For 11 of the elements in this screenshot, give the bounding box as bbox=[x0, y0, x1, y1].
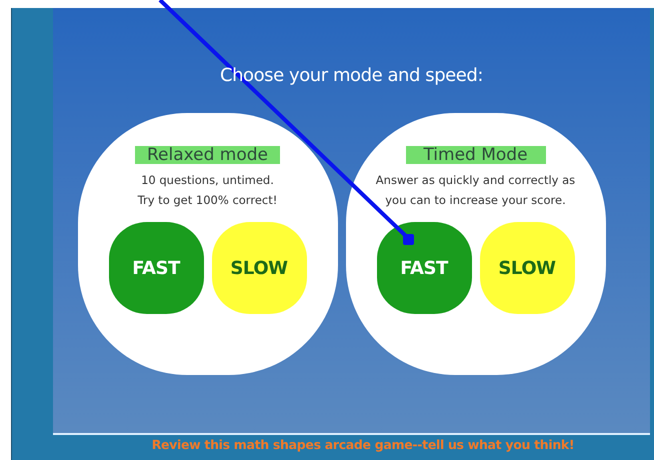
speed-button[interactable]: FAST bbox=[376, 222, 472, 314]
speed-button[interactable]: SLOW bbox=[212, 222, 306, 314]
speed-button[interactable]: SLOW bbox=[480, 222, 574, 314]
mode-title: Timed Mode bbox=[406, 146, 546, 164]
mode-description: 10 questions, untimed. bbox=[141, 172, 274, 189]
mode-description: Answer as quickly and correctly as bbox=[376, 172, 576, 189]
mode-title: Relaxed mode bbox=[134, 146, 280, 164]
speed-button[interactable]: FAST bbox=[108, 222, 204, 314]
mode-description: you can to increase your score. bbox=[385, 192, 566, 209]
mode-description: Try to get 100% correct! bbox=[138, 192, 278, 209]
screen-heading: Choose your mode and speed: bbox=[220, 64, 484, 88]
